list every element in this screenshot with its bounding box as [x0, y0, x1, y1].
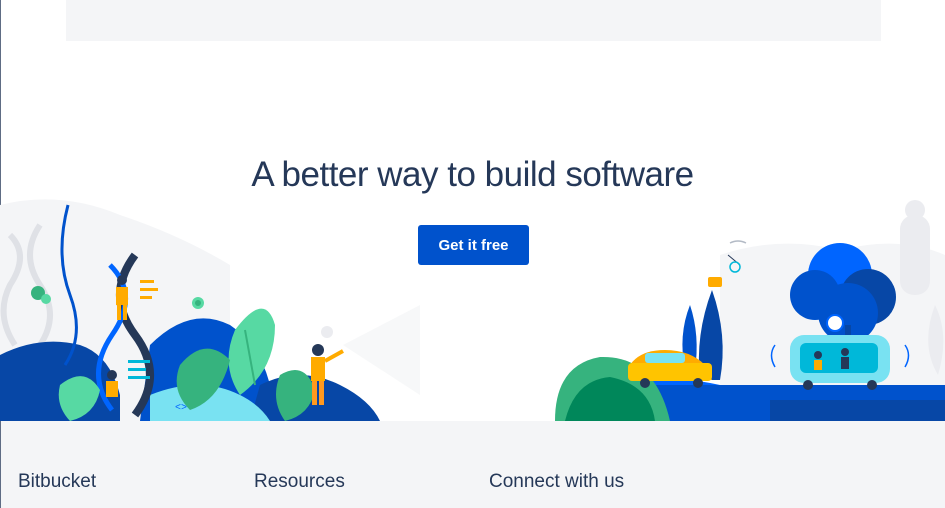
- svg-text:<>: <>: [175, 403, 187, 414]
- get-it-free-button[interactable]: Get it free: [418, 225, 529, 265]
- footer-heading-resources: Resources: [254, 471, 345, 492]
- footer: Bitbucket Resources Connect with us: [1, 421, 945, 508]
- top-banner: [66, 0, 881, 41]
- footer-heading-connect: Connect with us: [489, 471, 625, 492]
- footer-heading-bitbucket: Bitbucket: [18, 471, 97, 492]
- hero-title: A better way to build software: [251, 155, 694, 194]
